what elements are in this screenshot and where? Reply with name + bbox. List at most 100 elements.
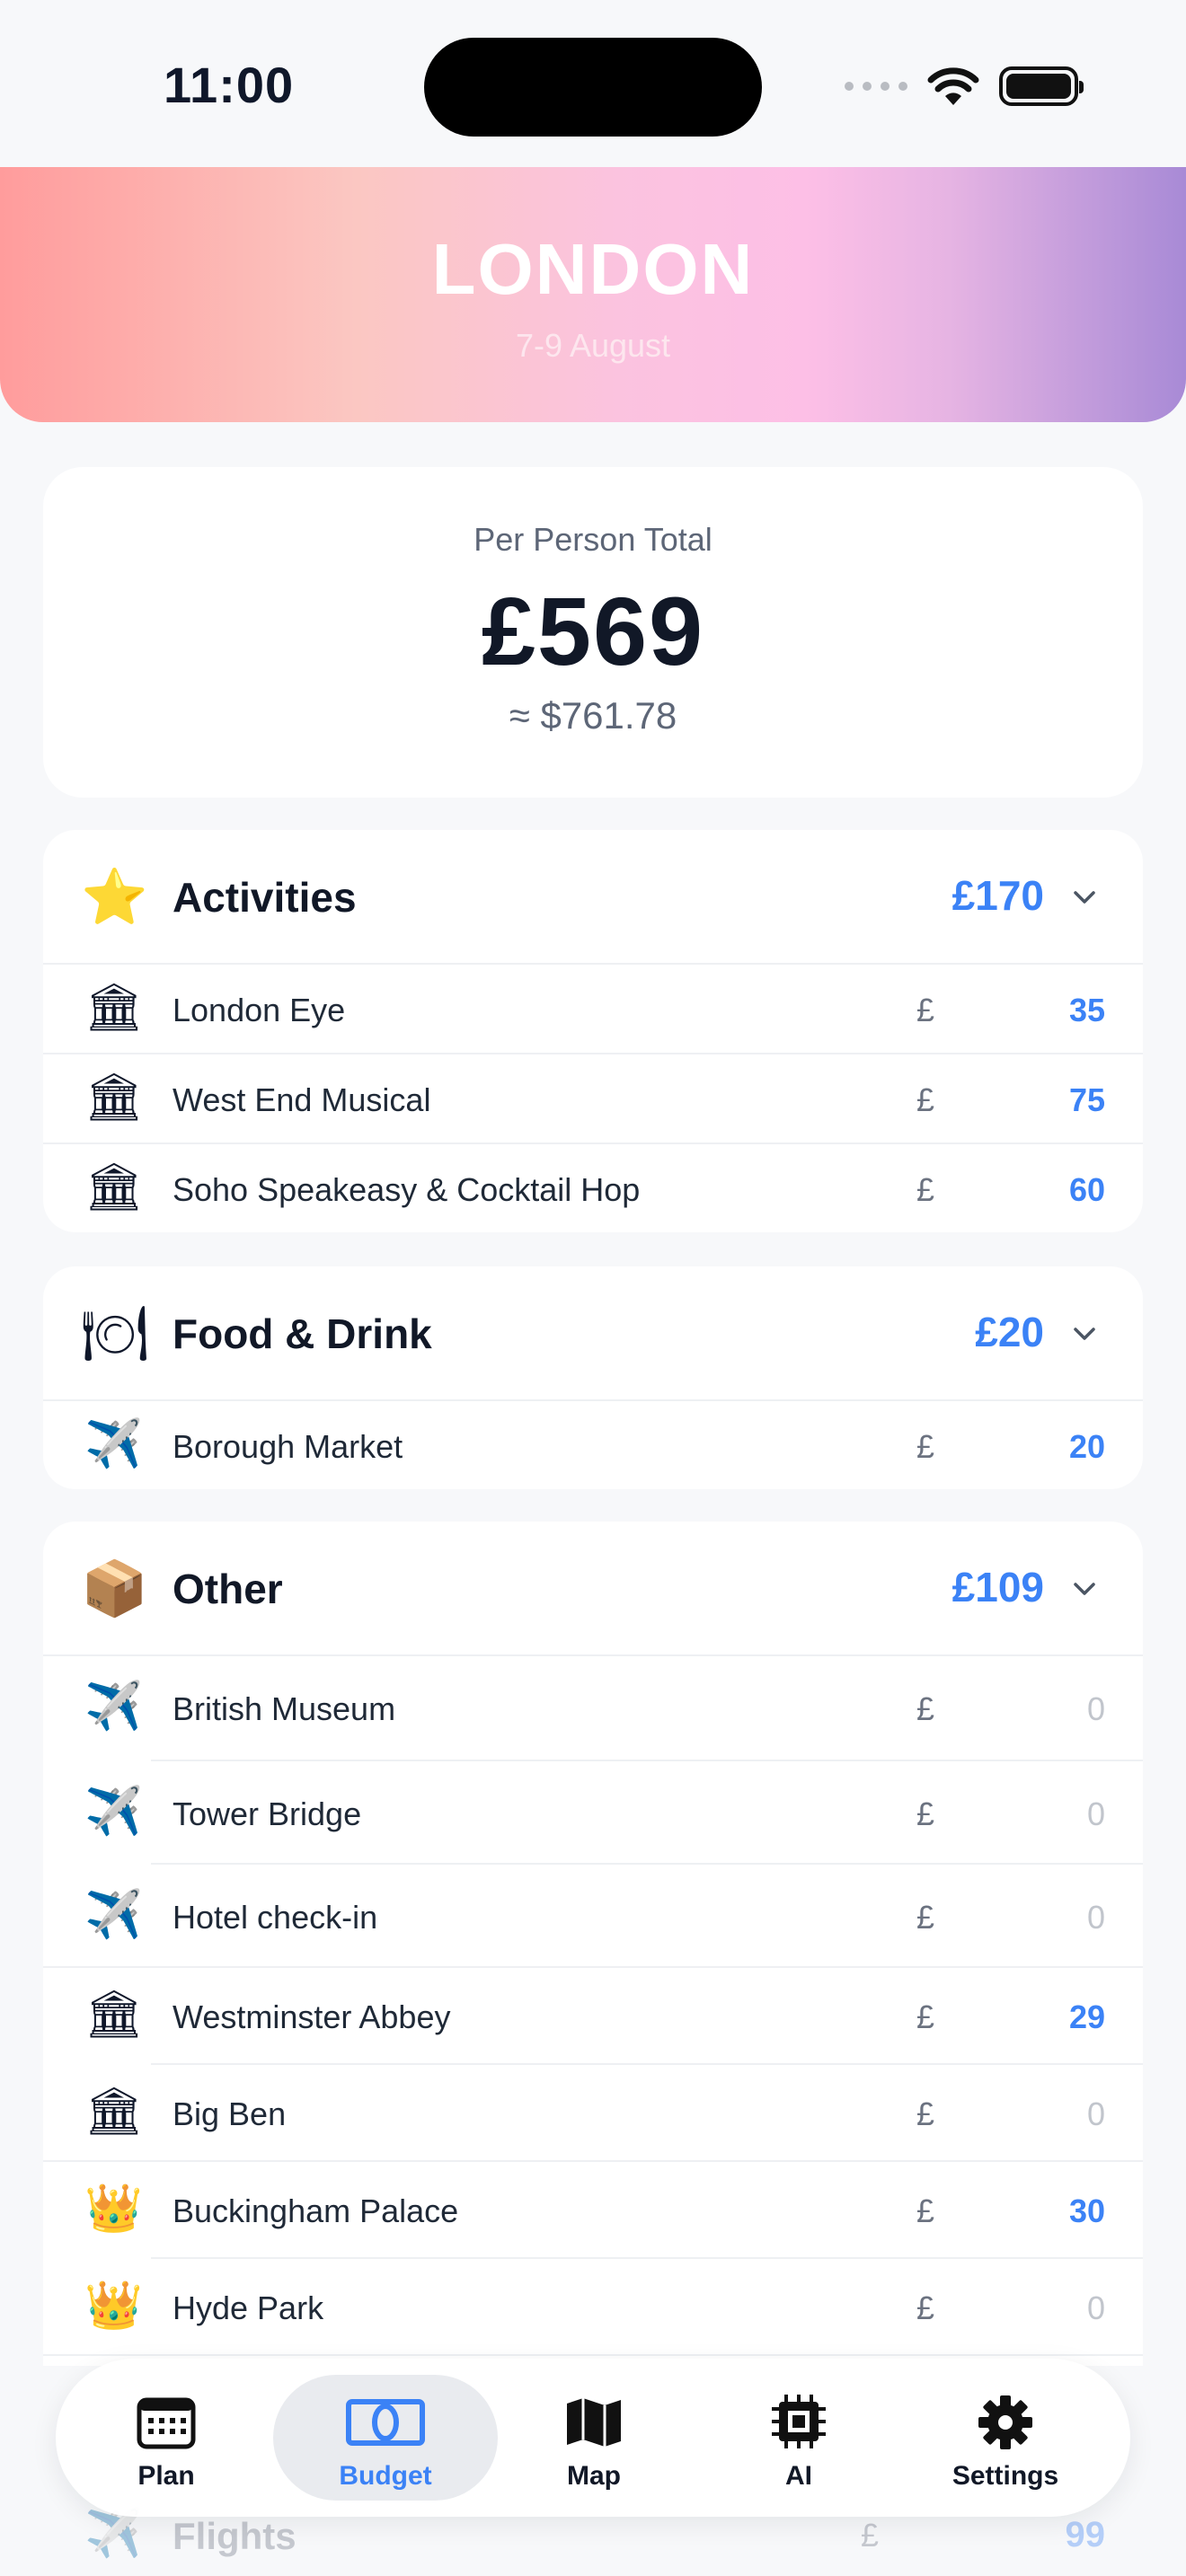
tab-plan[interactable]: Plan — [63, 2375, 270, 2501]
list-item[interactable]: 👑 Buckingham Palace £ 30 — [43, 2162, 1143, 2257]
item-name: West End Musical — [173, 1081, 431, 1118]
per-person-total-card: Per Person Total £569 ≈ $761.78 — [43, 467, 1143, 798]
item-amount[interactable]: 0 — [1087, 2095, 1105, 2133]
dynamic-island — [424, 38, 762, 137]
list-item[interactable]: 👑 Hyde Park £ 0 — [43, 2259, 1143, 2354]
item-name: Buckingham Palace — [173, 2192, 459, 2229]
list-item[interactable]: 🏛 West End Musical £ 75 — [43, 1054, 1143, 1144]
currency-symbol: £ — [861, 2517, 880, 2554]
airplane-icon: ✈️ — [84, 1786, 143, 1838]
landmark-icon: 🏛 — [84, 1989, 145, 2041]
cellular-signal-icon — [845, 82, 907, 91]
currency-symbol: £ — [916, 2095, 935, 2132]
section-header-food-drink[interactable]: 🍽 Food & Drink £20 — [43, 1266, 1143, 1401]
budget-icon — [346, 2399, 425, 2446]
section-activities: ⭐ Activities £170 🏛 London Eye £ 35 🏛 We… — [43, 830, 1143, 1232]
wifi-icon — [927, 67, 979, 105]
item-name: Westminster Abbey — [173, 1998, 451, 2035]
trip-title: LONDON — [431, 229, 755, 309]
item-amount[interactable]: 60 — [1069, 1171, 1105, 1209]
currency-symbol: £ — [916, 1171, 935, 1208]
chevron-down-icon[interactable] — [1073, 1322, 1096, 1345]
section-total: £20 — [975, 1309, 1044, 1355]
total-amount: £569 — [481, 577, 705, 685]
currency-symbol: £ — [916, 1998, 935, 2035]
tab-budget[interactable]: Budget — [273, 2375, 498, 2501]
chevron-down-icon[interactable] — [1073, 1577, 1096, 1601]
item-amount[interactable]: 30 — [1069, 2192, 1105, 2230]
item-name: Tower Bridge — [173, 1795, 362, 1832]
item-name: Soho Speakeasy & Cocktail Hop — [173, 1171, 641, 1208]
chevron-down-icon[interactable] — [1073, 886, 1096, 909]
package-icon: 📦 — [81, 1558, 148, 1619]
total-converted: ≈ $761.78 — [509, 694, 677, 737]
item-name: British Museum — [173, 1690, 396, 1727]
item-amount[interactable]: 75 — [1069, 1081, 1105, 1119]
calendar-icon — [137, 2397, 196, 2449]
battery-icon — [999, 66, 1084, 106]
currency-symbol: £ — [916, 1899, 935, 1936]
section-food-drink: 🍽 Food & Drink £20 ✈️ Borough Market £ 2… — [43, 1266, 1143, 1489]
tab-label: Settings — [951, 2461, 1059, 2491]
tab-label: AI — [785, 2461, 812, 2491]
item-amount[interactable]: 29 — [1069, 1998, 1105, 2036]
currency-symbol: £ — [916, 1795, 935, 1832]
list-item[interactable]: ✈️ Tower Bridge £ 0 — [43, 1761, 1143, 1863]
tab-settings[interactable]: Settings — [902, 2375, 1109, 2501]
tab-label: Budget — [339, 2461, 432, 2491]
item-amount[interactable]: 20 — [1069, 1428, 1105, 1466]
list-item[interactable]: 🏛 Soho Speakeasy & Cocktail Hop £ 60 — [43, 1144, 1143, 1232]
section-total: £109 — [951, 1564, 1044, 1610]
item-amount: 99 — [1065, 2515, 1106, 2554]
tab-bar: Plan Budget Map AI Settings — [56, 2359, 1130, 2517]
status-bar: 11:00 — [0, 0, 1186, 167]
item-name: Hotel check-in — [173, 1899, 378, 1936]
currency-symbol: £ — [916, 1081, 935, 1118]
section-header-other[interactable]: 📦 Other £109 — [43, 1522, 1143, 1656]
list-item[interactable]: ✈️ Hotel check-in £ 0 — [43, 1865, 1143, 1966]
section-other: 📦 Other £109 ✈️ British Museum £ 0 ✈️ To… — [43, 1522, 1143, 2366]
item-name: Flights — [173, 2515, 296, 2557]
landmark-icon: 🏛 — [84, 1161, 145, 1213]
tab-map[interactable]: Map — [491, 2375, 697, 2501]
crown-icon: 👑 — [84, 2183, 143, 2235]
list-item[interactable]: ✈️ British Museum £ 0 — [43, 1656, 1143, 1760]
airplane-icon: ✈️ — [84, 1889, 143, 1941]
item-amount[interactable]: 35 — [1069, 992, 1105, 1029]
item-amount[interactable]: 0 — [1087, 1795, 1105, 1833]
landmark-icon: 🏛 — [84, 1072, 145, 1124]
list-item[interactable]: 🏛 Westminster Abbey £ 29 — [43, 1968, 1143, 2063]
list-item[interactable]: 🏛 Big Ben £ 0 — [43, 2065, 1143, 2160]
currency-symbol: £ — [916, 1428, 935, 1465]
landmark-icon: 🏛 — [84, 2086, 145, 2138]
status-time: 11:00 — [164, 57, 295, 113]
list-item[interactable]: 🏛 London Eye £ 35 — [43, 965, 1143, 1054]
gear-icon — [978, 2395, 1032, 2449]
airplane-icon: ✈️ — [84, 1418, 143, 1470]
section-title: Activities — [173, 874, 357, 921]
list-item[interactable]: ✈️ Borough Market £ 20 — [43, 1401, 1143, 1489]
status-icons — [845, 63, 1084, 110]
star-icon: ⭐ — [81, 867, 148, 927]
total-label: Per Person Total — [474, 521, 712, 558]
currency-symbol: £ — [916, 1690, 935, 1727]
map-icon — [567, 2398, 621, 2447]
tab-label: Plan — [137, 2461, 195, 2491]
section-header-activities[interactable]: ⭐ Activities £170 — [43, 830, 1143, 965]
landmark-icon: 🏛 — [84, 982, 145, 1034]
item-name: London Eye — [173, 992, 346, 1028]
item-amount[interactable]: 0 — [1087, 1690, 1105, 1728]
crown-icon: 👑 — [84, 2280, 143, 2332]
section-title: Food & Drink — [173, 1310, 432, 1357]
item-name: Hyde Park — [173, 2289, 324, 2326]
tab-ai[interactable]: AI — [695, 2375, 902, 2501]
currency-symbol: £ — [916, 2289, 935, 2326]
chip-icon — [772, 2395, 826, 2448]
currency-symbol: £ — [916, 992, 935, 1028]
section-title: Other — [173, 1566, 283, 1612]
airplane-icon: ✈️ — [84, 1681, 143, 1733]
item-amount[interactable]: 0 — [1087, 2289, 1105, 2327]
section-total: £170 — [951, 872, 1044, 919]
item-amount[interactable]: 0 — [1087, 1899, 1105, 1936]
item-name: Borough Market — [173, 1428, 403, 1465]
